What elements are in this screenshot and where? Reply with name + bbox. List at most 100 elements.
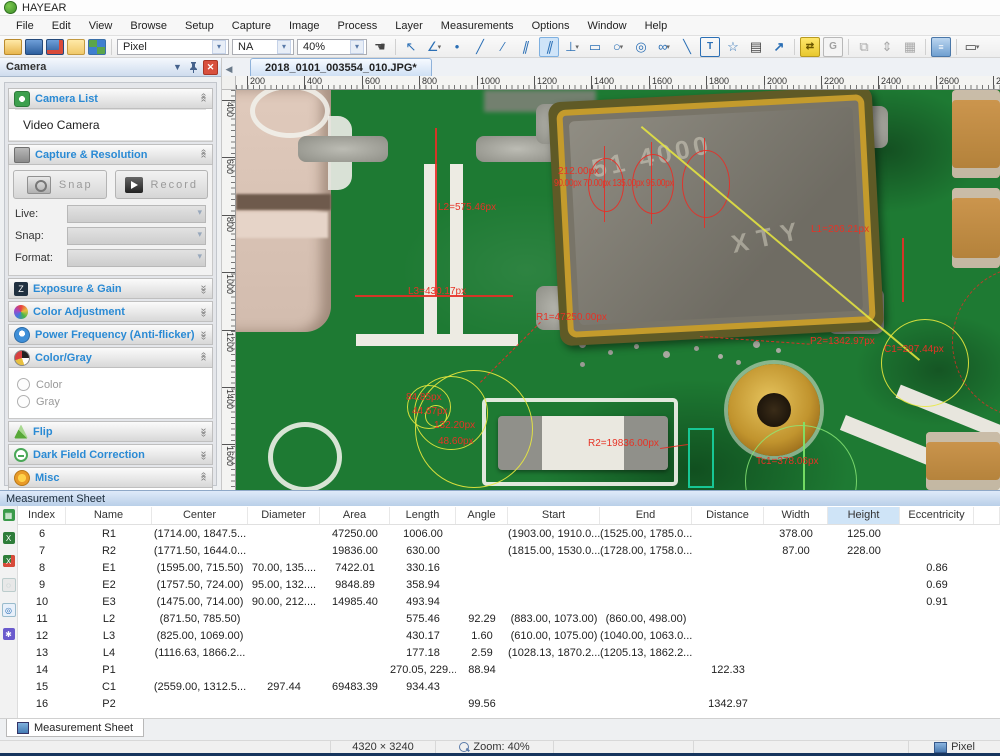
- table-row[interactable]: 15C1(2559.00, 1312.5...297.4469483.39934…: [18, 678, 1000, 695]
- parallel-lines-tool-icon[interactable]: ∥: [514, 37, 539, 57]
- menu-process[interactable]: Process: [330, 18, 386, 34]
- ruler-tool-icon[interactable]: ▤: [746, 37, 766, 57]
- zoom-combo[interactable]: 40%▾: [297, 39, 367, 55]
- table-row[interactable]: 11L2(871.50, 785.50)575.4692.29(883.00, …: [18, 610, 1000, 627]
- tab-scroll-left-icon[interactable]: ◀: [222, 62, 236, 76]
- record-button[interactable]: Record: [115, 170, 209, 199]
- col-center[interactable]: Center: [152, 507, 248, 524]
- color-radio[interactable]: Color: [17, 378, 204, 391]
- open-image-icon[interactable]: [4, 39, 22, 55]
- settings-flower-icon[interactable]: ✱: [3, 628, 15, 640]
- col-end[interactable]: End: [600, 507, 692, 524]
- calibration-combo[interactable]: NA▾: [232, 39, 294, 55]
- menu-view[interactable]: View: [81, 18, 121, 34]
- snap-resolution-select[interactable]: [67, 227, 206, 245]
- save-image-icon[interactable]: [25, 39, 43, 55]
- calibration-tool-icon[interactable]: ⇄: [800, 37, 820, 57]
- menu-options[interactable]: Options: [524, 18, 578, 34]
- collapse-icon[interactable]: »»: [198, 151, 209, 158]
- col-eccentricity[interactable]: Eccentricity: [900, 507, 974, 524]
- gray-radio[interactable]: Gray: [17, 395, 204, 408]
- collapse-icon[interactable]: »»: [198, 95, 209, 102]
- linked-circles-tool-icon[interactable]: ∞▾: [654, 37, 674, 57]
- target-overlay-icon[interactable]: ◎: [2, 603, 16, 617]
- select-tool-icon[interactable]: ↖: [401, 37, 421, 57]
- section-capture-resolution[interactable]: Capture & Resolution »»: [8, 144, 213, 165]
- excel-export-icon[interactable]: X: [3, 532, 15, 544]
- section-power-frequency[interactable]: Power Frequency (Anti-flicker) »»: [8, 324, 213, 345]
- grid-tool-icon[interactable]: G: [823, 37, 843, 57]
- col-angle[interactable]: Angle: [456, 507, 508, 524]
- ellipse-tool-icon[interactable]: ○▾: [608, 37, 628, 57]
- panel-menu-icon[interactable]: ▼: [171, 61, 184, 74]
- table-row[interactable]: 14P1270.05, 229...88.94122.33: [18, 661, 1000, 678]
- section-misc[interactable]: Misc »»: [8, 467, 213, 488]
- browse-images-icon[interactable]: [67, 39, 85, 55]
- section-dark-field[interactable]: Dark Field Correction »»: [8, 444, 213, 465]
- menu-image[interactable]: Image: [281, 18, 328, 34]
- live-resolution-select[interactable]: [67, 205, 206, 223]
- menu-capture[interactable]: Capture: [224, 18, 279, 34]
- section-camera-list[interactable]: Camera List »»: [8, 88, 213, 109]
- angle-tool-icon[interactable]: ∠▾: [424, 37, 444, 57]
- fit-vertical-tool-icon[interactable]: ⇕: [877, 37, 897, 57]
- menu-window[interactable]: Window: [579, 18, 634, 34]
- expand-icon[interactable]: »»: [198, 451, 209, 458]
- circle-overlay-icon[interactable]: ◌: [2, 578, 16, 592]
- text-tool-icon[interactable]: T: [700, 37, 720, 57]
- pin-icon[interactable]: [187, 61, 200, 74]
- menu-layer[interactable]: Layer: [387, 18, 431, 34]
- col-area[interactable]: Area: [320, 507, 390, 524]
- image-compare-tool-icon[interactable]: ▦: [900, 37, 920, 57]
- measurement-sheet-tab[interactable]: Measurement Sheet: [6, 719, 144, 737]
- table-row[interactable]: 9E2(1757.50, 724.00)95.00, 132....9848.8…: [18, 576, 1000, 593]
- table-row[interactable]: 10E3(1475.00, 714.00)90.00, 212....14985…: [18, 593, 1000, 610]
- menu-browse[interactable]: Browse: [122, 18, 175, 34]
- snap-button[interactable]: Snap: [13, 170, 107, 199]
- table-row[interactable]: 12L3(825.00, 1069.00)430.171.60(610.00, …: [18, 627, 1000, 644]
- star-tool-icon[interactable]: ☆: [723, 37, 743, 57]
- align-tool-icon[interactable]: ⧉: [854, 37, 874, 57]
- crop-tool-icon[interactable]: ▭▾: [962, 37, 982, 57]
- table-row[interactable]: 7R2(1771.50, 1644.0...19836.00630.00(181…: [18, 542, 1000, 559]
- col-width[interactable]: Width: [764, 507, 828, 524]
- section-flip[interactable]: Flip »»: [8, 421, 213, 442]
- excel-save-icon[interactable]: X: [3, 555, 15, 567]
- expand-icon[interactable]: »»: [198, 308, 209, 315]
- pcb-image-canvas[interactable]: 51 4000 XTY: [236, 90, 1000, 490]
- col-index[interactable]: Index: [18, 507, 66, 524]
- table-row[interactable]: 6R1(1714.00, 1847.5...47250.001006.00(19…: [18, 525, 1000, 542]
- col-diameter[interactable]: Diameter: [248, 507, 320, 524]
- unit-combo[interactable]: Pixel▾: [117, 39, 229, 55]
- expand-icon[interactable]: »»: [198, 285, 209, 292]
- section-color-adjustment[interactable]: Color Adjustment »»: [8, 301, 213, 322]
- rectangle-tool-icon[interactable]: ▭: [585, 37, 605, 57]
- table-row[interactable]: 16P299.561342.97: [18, 695, 1000, 712]
- pan-tool-icon[interactable]: ☚: [370, 37, 390, 57]
- arrow-tool-icon[interactable]: ↗: [769, 37, 789, 57]
- menu-measurements[interactable]: Measurements: [433, 18, 522, 34]
- point-tool-icon[interactable]: •: [447, 37, 467, 57]
- line-tool-icon[interactable]: ╱: [470, 37, 490, 57]
- close-icon[interactable]: ✕: [203, 60, 218, 75]
- menu-setup[interactable]: Setup: [177, 18, 222, 34]
- image-tab[interactable]: 2018_0101_003554_010.JPG*: [250, 58, 432, 76]
- perpendicular-tool-icon[interactable]: ⊥▾: [562, 37, 582, 57]
- col-start[interactable]: Start: [508, 507, 600, 524]
- collapse-icon[interactable]: »»: [198, 354, 209, 361]
- col-height[interactable]: Height: [828, 507, 900, 524]
- hatch-lines-tool-icon[interactable]: ∥: [539, 37, 559, 57]
- menu-file[interactable]: File: [8, 18, 42, 34]
- notes-tool-icon[interactable]: ≡: [931, 37, 951, 57]
- expand-icon[interactable]: »»: [198, 331, 209, 338]
- concentric-circles-tool-icon[interactable]: ◎: [631, 37, 651, 57]
- camera-list-item[interactable]: Video Camera: [9, 110, 212, 141]
- table-row[interactable]: 13L4(1116.63, 1866.2...177.182.59(1028.1…: [18, 644, 1000, 661]
- section-exposure-gain[interactable]: Z Exposure & Gain »»: [8, 278, 213, 299]
- export-sheet-icon[interactable]: ▦: [3, 509, 15, 521]
- col-name[interactable]: Name: [66, 507, 152, 524]
- collapse-icon[interactable]: »»: [198, 474, 209, 481]
- col-distance[interactable]: Distance: [692, 507, 764, 524]
- expand-icon[interactable]: »»: [198, 428, 209, 435]
- polyline-tool-icon[interactable]: ∕: [493, 37, 513, 57]
